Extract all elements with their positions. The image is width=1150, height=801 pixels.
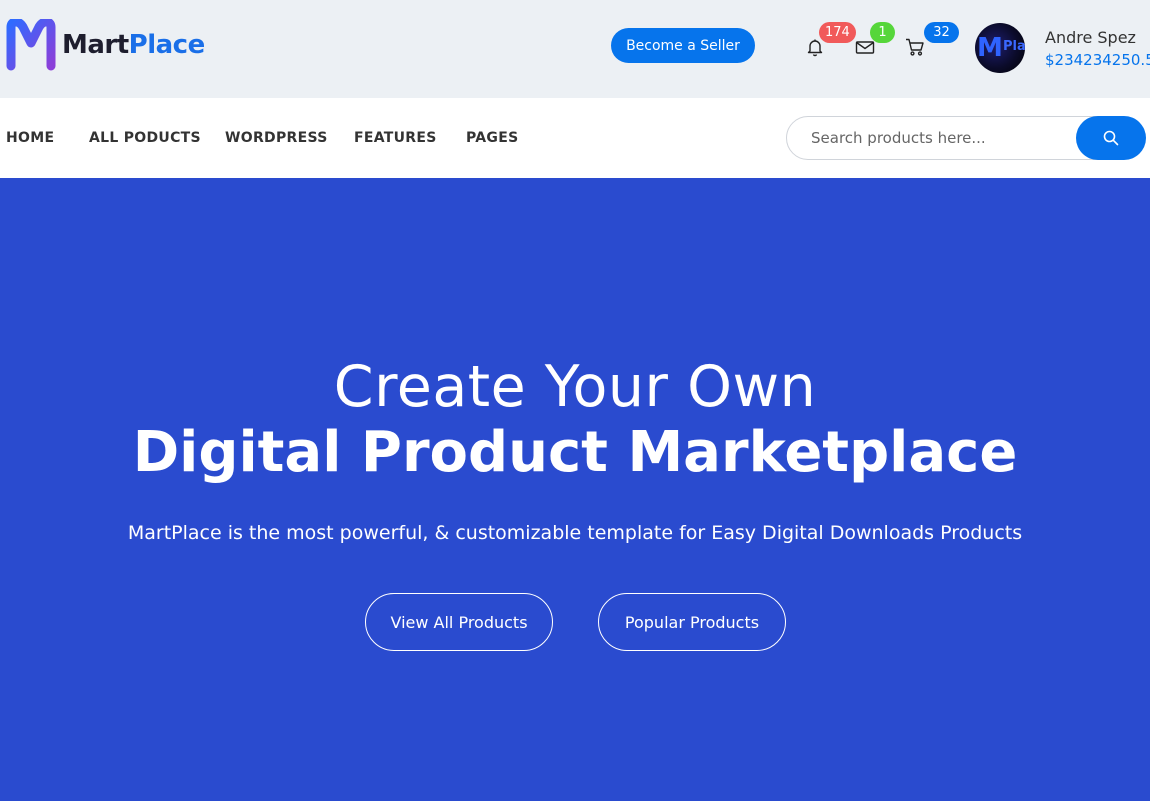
- user-name[interactable]: Andre Spez: [1045, 28, 1136, 47]
- user-avatar[interactable]: M Pla: [975, 23, 1025, 73]
- top-header: MartPlace Become a Seller 174 1 32 M Pla…: [0, 0, 1150, 98]
- main-nav: HOME ALL PODUCTS WORDPRESS FEATURES PAGE…: [0, 98, 1150, 178]
- nav-item-home[interactable]: HOME: [6, 130, 54, 146]
- cart-button[interactable]: [905, 37, 927, 59]
- logo-text: MartPlace: [62, 30, 205, 60]
- search-icon: [1103, 130, 1119, 146]
- search-bar: [786, 116, 1146, 160]
- nav-item-features[interactable]: FEATURES: [354, 130, 437, 146]
- shopping-cart-icon: [906, 38, 924, 56]
- hero-subtitle: MartPlace is the most powerful, & custom…: [127, 522, 1023, 544]
- messages-count-badge: 1: [870, 22, 895, 43]
- envelope-icon: [855, 41, 875, 54]
- search-input[interactable]: [786, 116, 1126, 160]
- become-seller-button[interactable]: Become a Seller: [611, 28, 755, 63]
- logo-text-mart: Mart: [62, 30, 129, 60]
- nav-item-pages[interactable]: PAGES: [466, 130, 518, 146]
- cart-count-badge: 32: [924, 22, 959, 43]
- view-all-products-button[interactable]: View All Products: [365, 593, 553, 651]
- hero-title-line2: Digital Product Marketplace: [132, 420, 1018, 485]
- search-button[interactable]: [1076, 116, 1146, 160]
- hero-section: Create Your Own Digital Product Marketpl…: [0, 178, 1150, 801]
- logo-text-place: Place: [128, 30, 206, 60]
- nav-item-all-products[interactable]: ALL PODUCTS: [89, 130, 201, 146]
- logo[interactable]: MartPlace: [6, 19, 205, 71]
- user-balance: $234234250.5: [1045, 51, 1150, 69]
- popular-products-button[interactable]: Popular Products: [598, 593, 786, 651]
- hero-title-line1: Create Your Own: [333, 354, 817, 420]
- nav-item-wordpress[interactable]: WORDPRESS: [225, 130, 328, 146]
- martplace-logo-icon: [6, 19, 56, 71]
- notifications-count-badge: 174: [819, 22, 856, 43]
